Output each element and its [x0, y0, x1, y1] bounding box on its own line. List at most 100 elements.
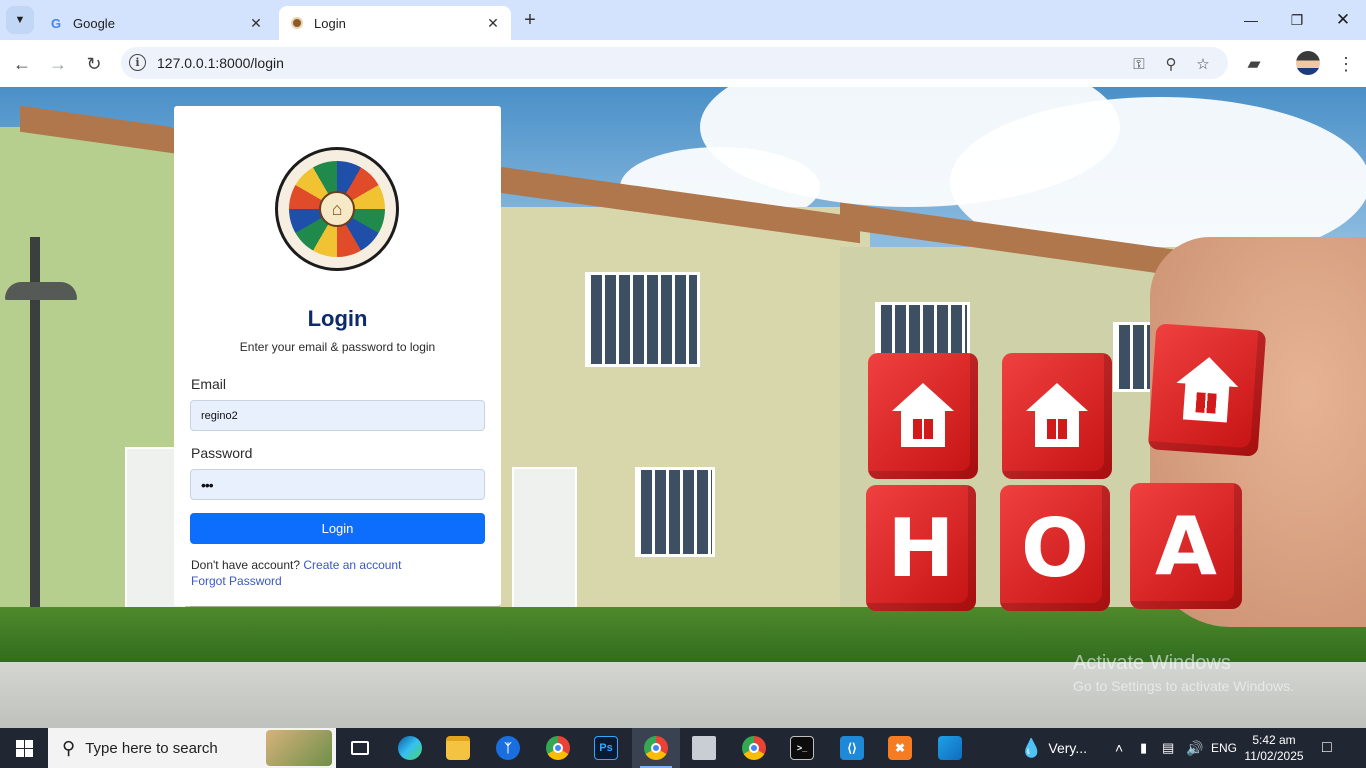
street-lamp-head	[5, 282, 77, 300]
new-tab-button[interactable]: +	[518, 8, 542, 32]
search-icon: ⚲	[62, 737, 76, 758]
minimize-button[interactable]: —	[1228, 0, 1274, 40]
chevron-down-icon: ▼	[14, 14, 26, 26]
photoshop-app[interactable]: Ps	[582, 728, 630, 768]
raindrop-icon: 💧	[1020, 737, 1043, 758]
forward-button[interactable]: →	[44, 50, 72, 78]
printer-app[interactable]	[680, 728, 728, 768]
house-icon	[892, 383, 954, 449]
battery-icon[interactable]: ▮	[1140, 728, 1147, 768]
email-label: Email	[191, 376, 227, 392]
signup-prompt: Don't have account? Create an account	[191, 558, 401, 572]
photoshop-icon: Ps	[594, 736, 618, 760]
login-subtitle: Enter your email & password to login	[239, 340, 436, 354]
password-key-icon[interactable]: ⚿	[1129, 54, 1149, 74]
back-button[interactable]: ←	[8, 50, 36, 78]
zoom-icon[interactable]: ⚲	[1161, 54, 1181, 74]
xampp-app[interactable]: ✖	[876, 728, 924, 768]
folder-icon	[446, 736, 470, 760]
login-card: ⌂ Login Enter your email & password to l…	[174, 106, 501, 606]
letter-cube-a: A	[1130, 483, 1242, 609]
chrome-profile-app[interactable]	[632, 728, 680, 768]
restore-button[interactable]: ❐	[1274, 0, 1320, 40]
street-lamp	[30, 237, 40, 657]
house-icon: ⌂	[319, 191, 355, 227]
time-text: 5:42 am	[1252, 733, 1296, 747]
menu-icon[interactable]: ⋮	[1332, 50, 1360, 78]
windows-logo-icon	[15, 739, 33, 757]
chrome-icon	[644, 736, 668, 760]
close-icon[interactable]: ✕	[485, 15, 501, 31]
tab-google[interactable]: G Google ✕	[38, 6, 274, 40]
date-text: 11/02/2025	[1244, 749, 1304, 763]
reload-button[interactable]: ↻	[80, 50, 108, 78]
close-icon[interactable]: ✕	[248, 15, 264, 31]
avatar[interactable]	[1296, 51, 1320, 75]
create-account-link[interactable]: Create an account	[303, 558, 401, 572]
login-button[interactable]: Login	[190, 513, 485, 544]
house-window	[635, 467, 715, 557]
task-view-icon	[351, 741, 369, 755]
house-window	[875, 302, 970, 357]
house-cube	[868, 353, 978, 479]
email-field[interactable]: regino2	[190, 400, 485, 431]
password-field[interactable]: •••	[190, 469, 485, 500]
chrome-app-2[interactable]	[730, 728, 778, 768]
cube-letter: H	[887, 501, 955, 595]
file-explorer-app[interactable]	[434, 728, 482, 768]
house-icon	[1026, 383, 1088, 449]
chrome-icon	[742, 736, 766, 760]
info-icon[interactable]: i	[129, 54, 146, 71]
star-icon[interactable]: ☆	[1193, 54, 1213, 74]
cube-letter: A	[1155, 499, 1217, 593]
printer-icon	[692, 736, 716, 760]
browser-toolbar: ← → ↻ i 127.0.0.1:8000/login ⚿ ⚲ ☆ ▰ ⋮	[0, 40, 1366, 87]
weather-text: Very...	[1048, 740, 1088, 756]
tab-login[interactable]: Login ✕	[279, 6, 511, 40]
vscode-app[interactable]: ⟨⟩	[828, 728, 876, 768]
chevron-up-icon: ˄	[1115, 740, 1124, 756]
letter-cube-h: H	[866, 485, 976, 611]
edge-app[interactable]	[386, 728, 434, 768]
start-button[interactable]	[0, 728, 48, 768]
house-window	[585, 272, 700, 367]
network-icon[interactable]: ▤	[1162, 728, 1174, 768]
google-icon: G	[50, 15, 62, 31]
page-title: Login	[307, 306, 368, 331]
terminal-icon: >_	[790, 736, 814, 760]
xampp-icon: ✖	[888, 736, 912, 760]
photos-app[interactable]	[926, 728, 974, 768]
taskbar-search[interactable]: ⚲ Type here to search	[48, 728, 336, 768]
no-account-text: Don't have account?	[191, 558, 301, 572]
activate-windows-watermark: Activate Windows Go to Settings to activ…	[1073, 652, 1294, 694]
show-hidden-icons[interactable]: ˄	[1115, 728, 1123, 768]
volume-icon[interactable]: 🔊	[1186, 728, 1203, 768]
bluetooth-app[interactable]: ᛉ	[484, 728, 532, 768]
tab-strip: ▼ G Google ✕ Login ✕ + — ❐ ✕	[0, 0, 1366, 40]
house-cube	[1147, 323, 1267, 457]
close-window-button[interactable]: ✕	[1320, 0, 1366, 40]
password-label: Password	[191, 445, 253, 461]
bluetooth-icon: ᛉ	[496, 736, 520, 760]
site-favicon-icon	[289, 15, 305, 31]
address-bar[interactable]: i 127.0.0.1:8000/login ⚿ ⚲ ☆	[121, 47, 1228, 79]
house-door	[512, 467, 577, 617]
weather-widget[interactable]: 💧 Very...	[1020, 728, 1087, 768]
clock[interactable]: 5:42 am 11/02/2025	[1243, 732, 1305, 764]
edge-icon	[398, 736, 422, 760]
notifications-icon[interactable]: □	[1322, 728, 1332, 768]
house-cube	[1002, 353, 1112, 479]
forgot-password-link[interactable]: Forgot Password	[191, 574, 282, 588]
arrow-right-icon: →	[49, 53, 67, 74]
photos-icon	[938, 736, 962, 760]
chrome-icon	[546, 736, 570, 760]
chrome-app[interactable]	[534, 728, 582, 768]
terminal-app[interactable]: >_	[778, 728, 826, 768]
hoa-logo: ⌂	[275, 147, 399, 271]
language-indicator[interactable]: ENG	[1211, 728, 1237, 768]
tab-search-button[interactable]: ▼	[6, 6, 34, 34]
extensions-icon[interactable]: ▰	[1240, 50, 1268, 78]
search-placeholder: Type here to search	[85, 739, 218, 757]
task-view-button[interactable]	[336, 728, 384, 768]
url-text[interactable]: 127.0.0.1:8000/login	[157, 55, 284, 71]
